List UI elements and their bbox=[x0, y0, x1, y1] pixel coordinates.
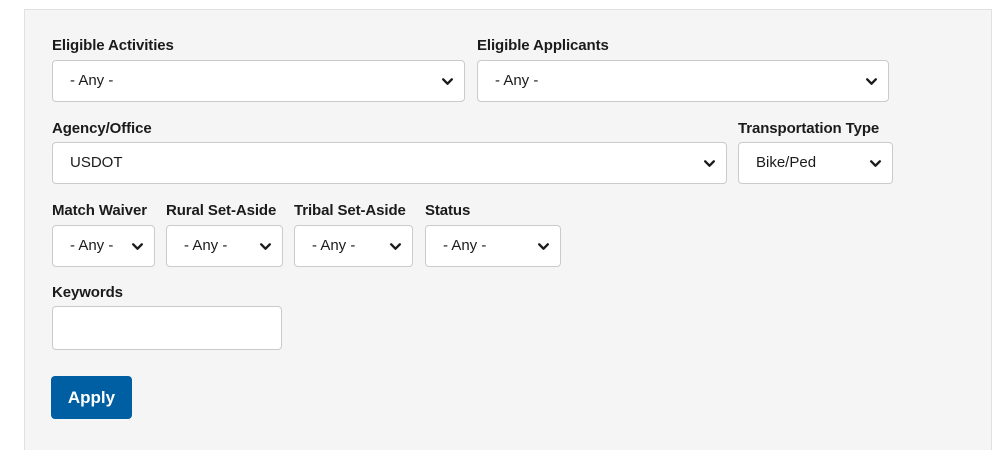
rural-set-aside-value: - Any - bbox=[184, 237, 228, 254]
chevron-down-icon bbox=[869, 160, 882, 167]
tribal-set-aside-select[interactable]: - Any - bbox=[294, 225, 413, 267]
match-waiver-value: - Any - bbox=[70, 237, 114, 254]
eligible-applicants-select[interactable]: - Any - bbox=[477, 60, 889, 102]
keywords-input[interactable] bbox=[52, 306, 282, 350]
match-waiver-select[interactable]: - Any - bbox=[52, 225, 155, 267]
chevron-down-icon bbox=[259, 243, 272, 250]
eligible-activities-select[interactable]: - Any - bbox=[52, 60, 465, 102]
agency-office-value: USDOT bbox=[70, 154, 123, 171]
keywords-label: Keywords bbox=[52, 284, 123, 301]
rural-set-aside-label: Rural Set-Aside bbox=[166, 202, 277, 219]
match-waiver-label: Match Waiver bbox=[52, 202, 147, 219]
tribal-set-aside-value: - Any - bbox=[312, 237, 356, 254]
eligible-activities-label: Eligible Activities bbox=[52, 37, 174, 54]
eligible-applicants-value: - Any - bbox=[495, 72, 539, 89]
agency-office-select[interactable]: USDOT bbox=[52, 142, 727, 184]
apply-button[interactable]: Apply bbox=[51, 376, 132, 419]
chevron-down-icon bbox=[389, 243, 402, 250]
transportation-type-select[interactable]: Bike/Ped bbox=[738, 142, 893, 184]
chevron-down-icon bbox=[537, 243, 550, 250]
chevron-down-icon bbox=[441, 78, 454, 85]
chevron-down-icon bbox=[865, 78, 878, 85]
status-select[interactable]: - Any - bbox=[425, 225, 561, 267]
status-value: - Any - bbox=[443, 237, 487, 254]
tribal-set-aside-label: Tribal Set-Aside bbox=[294, 202, 406, 219]
transportation-type-value: Bike/Ped bbox=[756, 154, 817, 171]
eligible-applicants-label: Eligible Applicants bbox=[477, 37, 609, 54]
agency-office-label: Agency/Office bbox=[52, 120, 152, 137]
status-label: Status bbox=[425, 202, 471, 219]
chevron-down-icon bbox=[703, 160, 716, 167]
eligible-activities-value: - Any - bbox=[70, 72, 114, 89]
chevron-down-icon bbox=[131, 243, 144, 250]
rural-set-aside-select[interactable]: - Any - bbox=[166, 225, 283, 267]
transportation-type-label: Transportation Type bbox=[738, 120, 880, 137]
